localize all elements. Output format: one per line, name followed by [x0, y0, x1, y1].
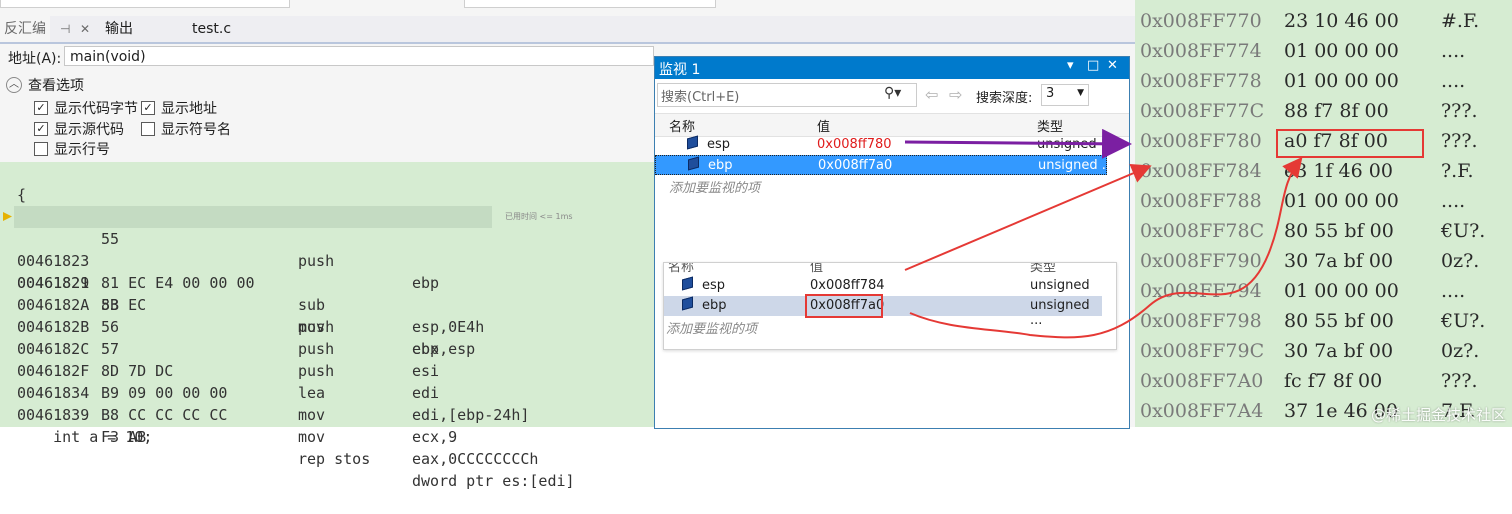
red-arrow-curved	[909, 156, 1303, 339]
watermark: @稀土掘金技术社区	[1370, 406, 1506, 424]
code-operands: dword ptr es:[edi]	[412, 472, 575, 490]
code-mnemonic: mov	[298, 428, 326, 446]
source-code-text: int a = 10;	[17, 428, 153, 446]
code-mnemonic: rep stos	[298, 450, 371, 468]
code-operands: ecx,9	[412, 428, 458, 446]
red-arrow-straight	[904, 164, 1152, 271]
annotation-arrows	[904, 128, 1303, 339]
purple-arrow	[904, 128, 1132, 159]
code-operands: eax,0CCCCCCCCh	[412, 450, 539, 468]
